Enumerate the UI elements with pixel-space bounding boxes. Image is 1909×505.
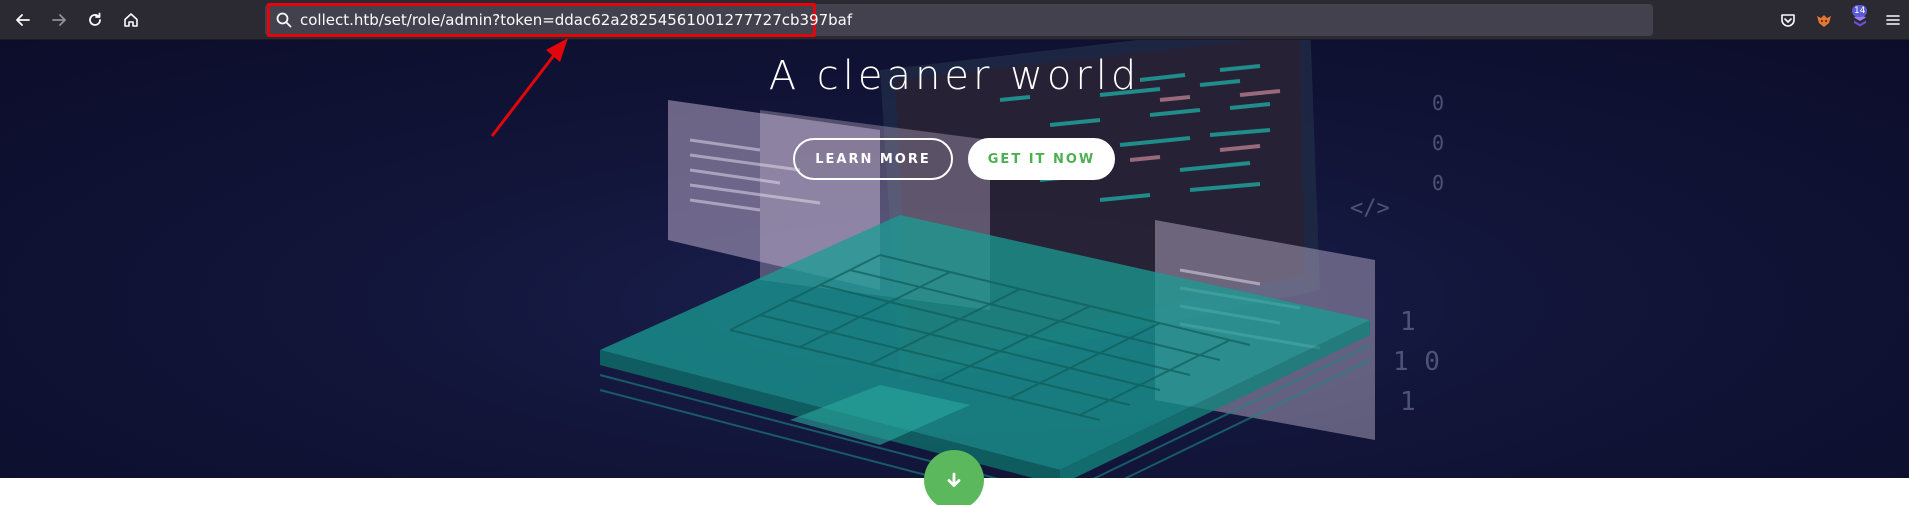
fox-extension-icon[interactable] [1810,6,1838,34]
svg-text:1: 1 [1400,307,1416,337]
url-text[interactable]: collect.htb/set/role/admin?token=ddac62a… [300,10,852,30]
hero-title: A cleaner world [768,53,1141,99]
svg-text:0: 0 [1432,131,1444,155]
svg-text:</>: </> [1350,196,1390,221]
home-icon[interactable] [117,6,145,34]
svg-text:0: 0 [1432,171,1444,195]
browser-toolbar: collect.htb/set/role/admin?token=ddac62a… [0,0,1909,40]
search-icon [276,12,292,28]
pocket-icon[interactable] [1774,6,1802,34]
laptop-illustration: 11 01 00 0</> [599,40,1444,478]
scroll-down-button[interactable] [924,450,984,505]
back-arrow-icon[interactable] [9,6,37,34]
get-it-now-button[interactable]: GET IT NOW [968,138,1115,180]
hamburger-menu-icon[interactable] [1881,6,1905,34]
arrow-down-icon [947,472,961,487]
forward-arrow-icon[interactable] [45,6,73,34]
reload-icon[interactable] [81,6,109,34]
extension-badge: 14 [1852,5,1868,17]
learn-more-button[interactable]: LEARN MORE [793,138,953,180]
hero-section: 11 01 00 0 </> A cleaner world LEARN MORE… [0,40,1909,478]
svg-text:1 0: 1 0 [1393,347,1440,377]
annotation-arrow [490,38,568,137]
svg-text:1: 1 [1400,387,1416,417]
